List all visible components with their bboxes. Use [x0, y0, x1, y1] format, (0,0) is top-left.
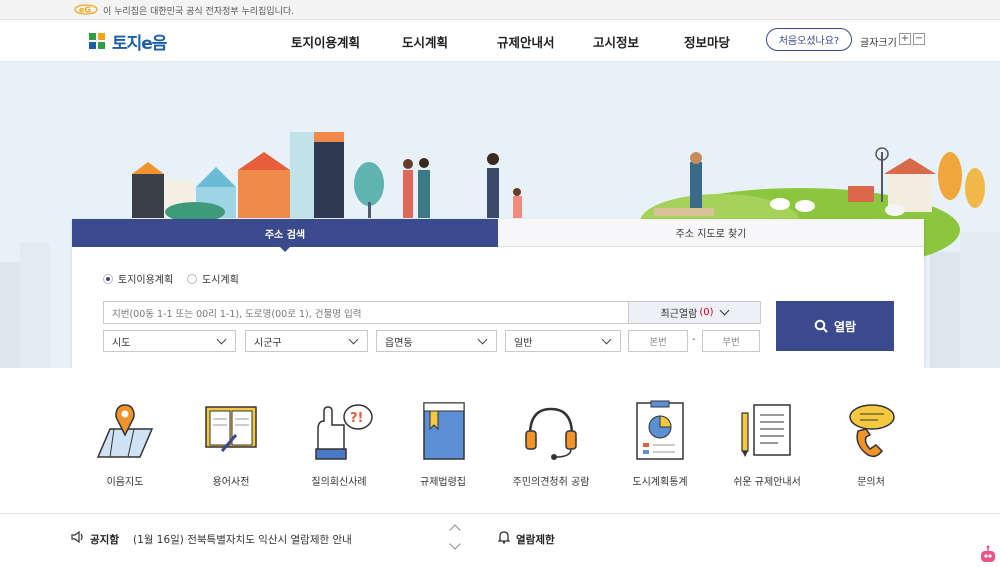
quick-item-label: 질의회신사례: [311, 477, 367, 488]
recent-view-dropdown[interactable]: 최근열람 (0): [628, 301, 761, 324]
chevron-up-icon[interactable]: [449, 524, 461, 536]
quick-item-label: 주민의견청취 공람: [512, 477, 590, 488]
first-visit-button[interactable]: 처음오셨나요?: [766, 28, 852, 51]
radio-checked-icon: [103, 273, 113, 284]
eupmyeondong-select[interactable]: 읍면동: [376, 330, 497, 352]
speaker-icon: [71, 531, 83, 543]
quick-item-public-hearing[interactable]: 주민의견청취 공람: [496, 399, 606, 488]
quick-item-label: 쉬운 규제안내서: [733, 477, 801, 488]
nav-urban-plan[interactable]: 도시계획: [402, 32, 448, 51]
nav-regulation-guide[interactable]: 규제안내서: [497, 32, 555, 51]
quick-item-eum-map[interactable]: 이음지도: [70, 399, 180, 488]
land-type-select[interactable]: 일반: [505, 330, 621, 352]
quick-item-qa-cases[interactable]: ?! 질의회신사례: [284, 399, 394, 488]
search-icon: [814, 319, 828, 333]
recent-view-count: (0): [699, 307, 714, 318]
bell-icon: [498, 531, 510, 544]
site-header: 토지e음 토지이용계획 도시계획 규제안내서 고시정보 정보마당 처음오셨나요?…: [0, 20, 1000, 62]
quick-item-label: 문의처: [857, 477, 885, 488]
quick-item-easy-guide[interactable]: 쉬운 규제안내서: [712, 399, 822, 488]
quick-item-contact[interactable]: 문의처: [816, 399, 926, 488]
font-size-decrease-button[interactable]: −: [913, 33, 925, 45]
view-button[interactable]: 열람: [776, 301, 894, 351]
radio-label: 도시계획: [202, 275, 239, 286]
radio-label: 토지이용계획: [118, 275, 174, 286]
chevron-down-icon: [477, 334, 488, 345]
svg-text:eG: eG: [79, 6, 91, 15]
quick-item-label: 용어사전: [212, 477, 250, 488]
notice-bar: 공지함 (1월 16일) 전북특별자치도 익산시 열람제한 안내 열람제한: [0, 513, 1000, 561]
land-type-select-value: 일반: [514, 337, 533, 349]
quick-item-label: 도시계획통계: [632, 477, 688, 488]
sigungu-select[interactable]: 시군구: [245, 330, 368, 352]
nav-land-use-plan[interactable]: 토지이용계획: [291, 32, 360, 51]
quick-item-glossary[interactable]: 용어사전: [176, 399, 286, 488]
gov-banner: eG 이 누리집은 대한민국 공식 전자정부 누리집입니다.: [0, 0, 1000, 20]
tab-address-search[interactable]: 주소 검색: [72, 219, 498, 252]
font-size-label: 글자크기: [860, 38, 897, 49]
sido-select-value: 시도: [112, 337, 131, 349]
address-search-input[interactable]: 지번(00동 1-1 또는 00리 1-1), 도로명(00로 1), 건물명 …: [103, 301, 629, 324]
document-pencil-icon: [741, 404, 791, 457]
view-limit-title[interactable]: 열람제한: [516, 532, 555, 547]
radio-urban-plan[interactable]: 도시계획: [187, 271, 239, 286]
headset-icon: [525, 407, 577, 460]
law-book-icon: [423, 402, 465, 460]
chevron-down-icon: [720, 305, 730, 316]
logo-text: 토지e음: [112, 33, 167, 54]
open-book-icon: [205, 406, 257, 452]
quick-item-label: 이음지도: [106, 477, 144, 488]
logo-mark-icon: [89, 33, 105, 49]
view-button-label: 열람: [833, 319, 857, 334]
notice-message[interactable]: (1월 16일) 전북특별자치도 익산시 열람제한 안내: [133, 532, 352, 547]
radio-unchecked-icon: [187, 273, 197, 284]
eg-logo-icon: eG: [74, 4, 98, 15]
recent-view-label: 최근열람: [660, 309, 698, 320]
tab-map-search[interactable]: 주소 지도로 찾기: [498, 219, 924, 247]
chevron-down-icon: [601, 334, 612, 345]
chevron-down-icon: [216, 334, 227, 345]
sido-select[interactable]: 시도: [103, 330, 236, 352]
nav-notice-info[interactable]: 고시정보: [593, 32, 639, 51]
font-size-increase-button[interactable]: +: [899, 33, 911, 45]
phone-bubble-icon: [849, 404, 895, 458]
chatbot-icon[interactable]: [978, 545, 998, 565]
sigungu-select-value: 시군구: [254, 337, 282, 349]
notice-title: 공지함: [90, 534, 119, 546]
quick-item-urban-stats[interactable]: 도시계획통계: [605, 399, 715, 488]
radio-land-use-plan[interactable]: 토지이용계획: [103, 271, 173, 286]
svg-text:?!: ?!: [350, 411, 363, 426]
pie-chart-icon: [636, 400, 684, 460]
site-logo[interactable]: 토지e음: [88, 29, 167, 54]
chevron-down-icon: [348, 334, 359, 345]
eupmyeondong-select-value: 읍면동: [385, 337, 413, 349]
address-search-panel: 주소 검색 주소 지도로 찾기 토지이용계획 도시계획 지번(00동 1-1 또…: [72, 219, 924, 369]
bubeon-input[interactable]: 부번: [702, 330, 760, 352]
bonbeon-input[interactable]: 본번: [628, 330, 688, 352]
lot-number-dash: -: [692, 334, 696, 345]
quick-item-law-collection[interactable]: 규제법령집: [388, 399, 498, 488]
question-hand-icon: ?!: [315, 404, 373, 460]
nav-info-square[interactable]: 정보마당: [684, 32, 730, 51]
quick-menu: 이음지도 용어사전 ?! 질의회신사례 규제법령집 주민의견청취 공람 도시계획…: [0, 369, 1000, 513]
quick-item-label: 규제법령집: [420, 477, 466, 488]
chevron-down-icon[interactable]: [449, 538, 461, 550]
gov-banner-text: 이 누리집은 대한민국 공식 전자정부 누리집입니다.: [103, 7, 295, 17]
map-pin-icon: [96, 404, 154, 458]
